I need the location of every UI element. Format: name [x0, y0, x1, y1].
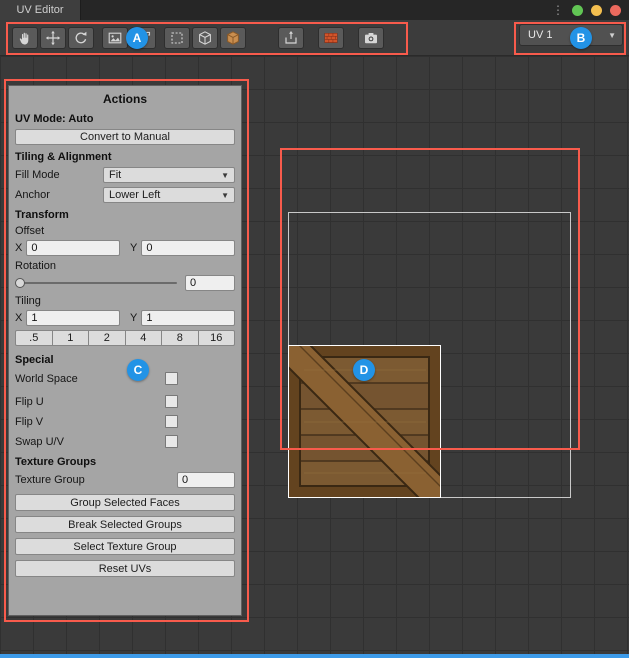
rotation-value-field[interactable]: [185, 275, 235, 291]
tiling-preset-button[interactable]: 16: [198, 330, 236, 346]
flip-v-label: Flip V: [15, 416, 165, 428]
texture-rotate-icon: [135, 30, 151, 46]
texture-rotate-tool-button[interactable]: [130, 27, 156, 49]
kebab-menu-icon[interactable]: ⋮: [552, 4, 564, 16]
fill-mode-value: Fit: [109, 169, 121, 181]
uv-channel-value: UV 1: [528, 29, 552, 41]
flip-u-label: Flip U: [15, 396, 165, 408]
pan-hand-icon: [17, 30, 33, 46]
fill-mode-label: Fill Mode: [15, 169, 103, 181]
tiling-preset-button[interactable]: 2: [88, 330, 126, 346]
uv-editor-window: UV Editor ⋮: [0, 0, 629, 658]
fill-mode-dropdown[interactable]: Fit ▼: [103, 167, 235, 183]
offset-x-field[interactable]: [26, 240, 120, 256]
tiling-preset-button[interactable]: .5: [15, 330, 53, 346]
tiling-x-label: X: [15, 312, 22, 324]
frame-selection-button[interactable]: [164, 27, 190, 49]
tiling-y-field[interactable]: [141, 310, 235, 326]
uv-editor-tab[interactable]: UV Editor: [0, 0, 81, 20]
offset-y-label: Y: [130, 242, 137, 254]
anchor-label: Anchor: [15, 189, 103, 201]
camera-icon: [363, 30, 379, 46]
break-selected-groups-button[interactable]: Break Selected Groups: [15, 516, 235, 533]
window-dot-red[interactable]: [610, 5, 621, 16]
pan-tool-button[interactable]: [12, 27, 38, 49]
tiling-x-field[interactable]: [26, 310, 120, 326]
dashed-frame-icon: [169, 30, 185, 46]
texture-move-icon: [107, 30, 123, 46]
section-header-tiling-alignment: Tiling & Alignment: [15, 151, 235, 163]
export-box-arrow-icon: [283, 30, 299, 46]
texture-group-field[interactable]: [177, 472, 235, 488]
tiling-y-label: Y: [130, 312, 137, 324]
anchor-dropdown[interactable]: Lower Left ▼: [103, 187, 235, 203]
bottom-edge-highlight: [0, 654, 629, 658]
export-uv-template-button[interactable]: [278, 27, 304, 49]
textured-cube-icon: [225, 30, 241, 46]
section-header-texture-groups: Texture Groups: [15, 456, 235, 468]
rotate-tool-button[interactable]: [68, 27, 94, 49]
flip-u-checkbox[interactable]: [165, 395, 178, 408]
group-selected-faces-button[interactable]: Group Selected Faces: [15, 494, 235, 511]
swap-uv-checkbox[interactable]: [165, 435, 178, 448]
slider-track: [17, 282, 177, 284]
chevron-down-icon: ▼: [221, 171, 229, 180]
flip-v-checkbox[interactable]: [165, 415, 178, 428]
texture-preview-button[interactable]: [318, 27, 344, 49]
actions-panel: Actions UV Mode: Auto Convert to Manual …: [8, 85, 242, 616]
chevron-down-icon: ▼: [221, 191, 229, 200]
window-controls: ⋮: [552, 0, 629, 20]
cube-uv-tool-button[interactable]: [192, 27, 218, 49]
tiling-preset-button[interactable]: 4: [125, 330, 163, 346]
world-space-checkbox[interactable]: [165, 372, 178, 385]
rotate-arrow-icon: [73, 30, 89, 46]
section-header-transform: Transform: [15, 209, 235, 221]
window-dot-yellow[interactable]: [591, 5, 602, 16]
uv-mode-label: UV Mode: Auto: [15, 113, 235, 125]
textured-cube-tool-button[interactable]: [220, 27, 246, 49]
move-arrows-icon: [45, 30, 61, 46]
texture-move-tool-button[interactable]: [102, 27, 128, 49]
move-tool-button[interactable]: [40, 27, 66, 49]
offset-x-label: X: [15, 242, 22, 254]
anchor-value: Lower Left: [109, 189, 160, 201]
offset-label: Offset: [15, 225, 235, 237]
chevron-down-icon: ▼: [608, 31, 616, 40]
tab-label: UV Editor: [16, 4, 63, 16]
crate-texture-uv-face[interactable]: [288, 345, 441, 498]
offset-y-field[interactable]: [141, 240, 235, 256]
toolbar: UV 1 ▼: [0, 20, 629, 56]
uv-channel-dropdown[interactable]: UV 1 ▼: [519, 24, 623, 46]
world-space-label: World Space: [15, 373, 165, 385]
tiling-preset-button[interactable]: 1: [52, 330, 90, 346]
cube-wireframe-icon: [197, 30, 213, 46]
rotation-slider[interactable]: [15, 275, 179, 291]
slider-knob[interactable]: [15, 278, 25, 288]
tiling-label: Tiling: [15, 295, 235, 307]
render-uv-screenshot-button[interactable]: [358, 27, 384, 49]
select-texture-group-button[interactable]: Select Texture Group: [15, 538, 235, 555]
titlebar: UV Editor ⋮: [0, 0, 629, 20]
tiling-preset-button[interactable]: 8: [161, 330, 199, 346]
convert-to-manual-button[interactable]: Convert to Manual: [15, 129, 235, 145]
window-dot-green[interactable]: [572, 5, 583, 16]
texture-group-label: Texture Group: [15, 474, 177, 486]
swap-uv-label: Swap U/V: [15, 436, 165, 448]
bricks-texture-icon: [323, 30, 339, 46]
section-header-special: Special: [15, 354, 235, 366]
reset-uvs-button[interactable]: Reset UVs: [15, 560, 235, 577]
rotation-label: Rotation: [15, 260, 235, 272]
panel-title: Actions: [15, 92, 235, 106]
